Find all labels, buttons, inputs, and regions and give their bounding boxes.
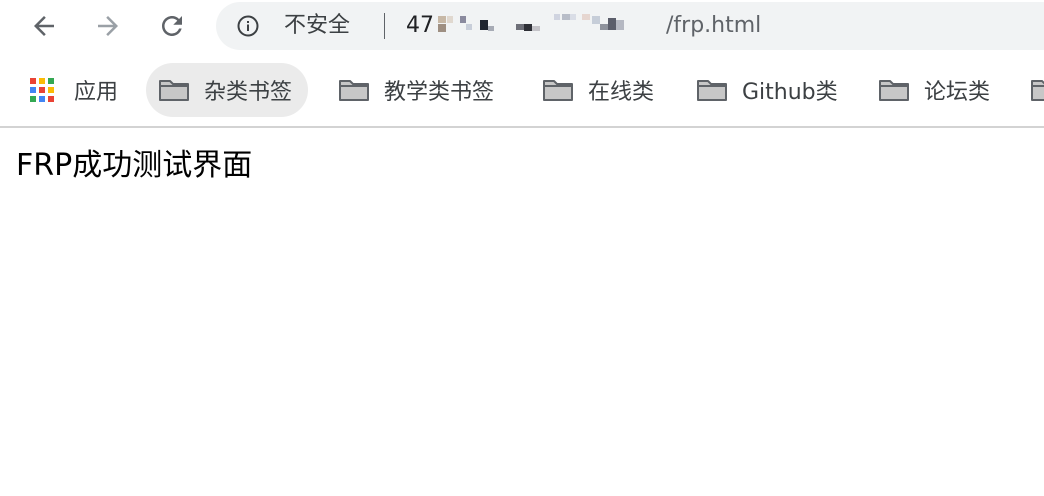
bookmark-folder-online[interactable]: 在线类 [542,63,654,117]
bookmark-label: 教学类书签 [384,80,495,105]
bookmark-folder-teaching[interactable]: 教学类书签 [338,63,494,117]
bookmark-folder-forum[interactable]: 论坛类 [878,63,990,117]
arrow-right-icon [98,16,118,36]
bookmark-apps[interactable]: 应用 [22,63,124,117]
bookmark-label: 论坛类 [924,80,991,105]
info-circle-icon[interactable] [236,14,260,38]
url-redacted-block [434,12,666,40]
bookmark-label: 应用 [74,80,119,105]
folder-icon [339,80,369,101]
bookmark-label: Github类 [742,80,838,105]
bookmark-folder-github[interactable]: Github类 [696,63,838,117]
page-heading: FRP成功测试界面 [16,148,253,183]
apps-grid-icon [30,78,54,102]
url-text[interactable]: 47 /frp.html [406,12,761,40]
folder-icon [697,80,727,101]
folder-icon [1031,80,1044,101]
bookmark-folder-misc[interactable]: 杂类书签 [146,63,309,117]
bookmark-label: 杂类书签 [204,80,293,105]
bookmarks-bar: 应用 杂类书签 教学类书签 在线类 Github类 论坛类 [0,54,1044,126]
browser-toolbar: 不安全 47 /frp.html [0,0,1044,54]
page-content: FRP成功测试界面 [0,128,1044,496]
reload-button[interactable] [152,6,192,46]
security-status-label[interactable]: 不安全 [284,12,350,40]
arrow-left-icon [34,16,54,36]
forward-button[interactable] [88,6,128,46]
folder-icon [879,80,909,101]
bookmark-label: 在线类 [588,80,655,105]
url-path: /frp.html [666,13,762,38]
reload-icon [162,15,182,36]
omnibox-divider [384,13,385,39]
url-host-prefix: 47 [406,13,434,38]
address-bar[interactable]: 不安全 47 /frp.html [216,2,1044,50]
folder-icon [543,80,573,101]
bookmark-folder-overflow[interactable] [1030,63,1044,117]
folder-icon [159,80,189,101]
back-button[interactable] [24,6,64,46]
browser-window: 不安全 47 /frp.html 应用 杂类书签 教学类书签 在线类 Githu… [0,0,1044,496]
